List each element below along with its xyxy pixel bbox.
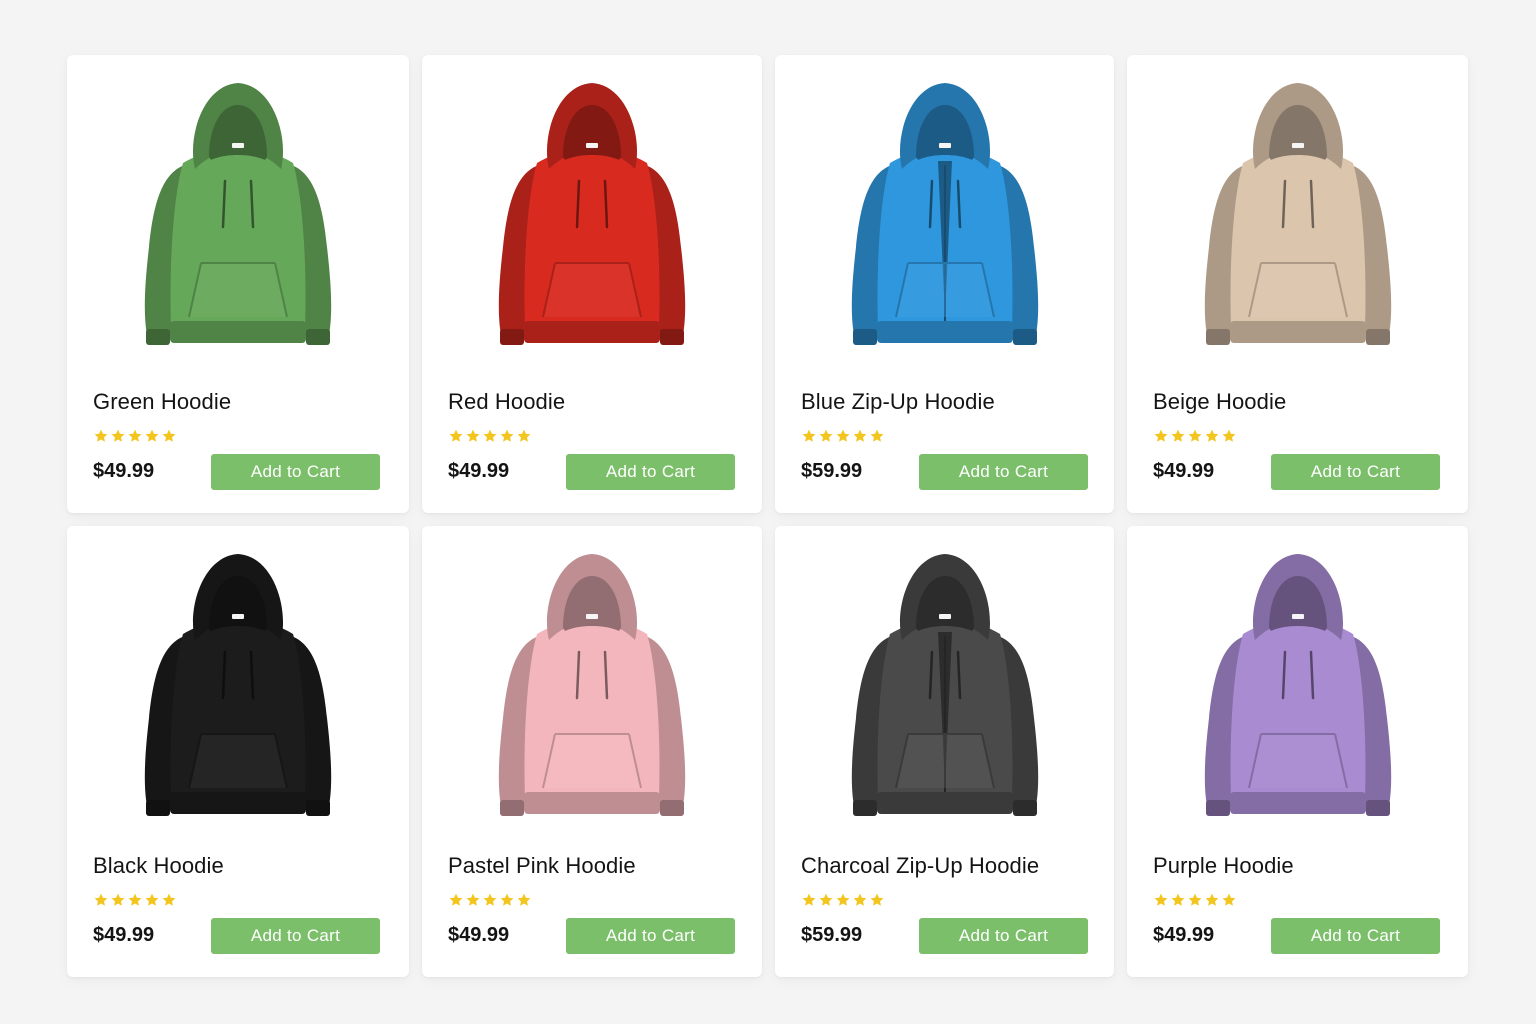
- product-image[interactable]: [775, 548, 1114, 838]
- product-price: $49.99: [448, 460, 510, 482]
- product-price: $49.99: [93, 460, 155, 482]
- star-icon: [1154, 429, 1168, 442]
- product-price: $49.99: [1153, 924, 1215, 946]
- product-price: $59.99: [801, 460, 863, 482]
- add-to-cart-button[interactable]: Add to Cart: [919, 454, 1088, 490]
- star-rating: [448, 892, 532, 908]
- product-card[interactable]: Beige Hoodie $49.99 Add to Cart: [1127, 55, 1468, 513]
- star-icon: [1154, 893, 1168, 906]
- star-icon: [1171, 429, 1185, 442]
- star-icon: [517, 429, 531, 442]
- hoodie-icon: [144, 554, 332, 816]
- star-icon: [517, 893, 531, 906]
- star-icon: [870, 893, 884, 906]
- product-image[interactable]: [1127, 77, 1468, 367]
- add-to-cart-button[interactable]: Add to Cart: [211, 454, 380, 490]
- product-image[interactable]: [1127, 548, 1468, 838]
- product-card[interactable]: Green Hoodie $49.99 Add to Cart: [67, 55, 409, 513]
- product-name[interactable]: Charcoal Zip-Up Hoodie: [801, 853, 1039, 879]
- add-to-cart-button[interactable]: Add to Cart: [1271, 918, 1440, 954]
- product-image[interactable]: [422, 77, 762, 367]
- hoodie-icon: [144, 83, 332, 345]
- add-to-cart-button[interactable]: Add to Cart: [1271, 454, 1440, 490]
- hoodie-icon: [851, 83, 1038, 345]
- product-card[interactable]: Charcoal Zip-Up Hoodie $59.99 Add to Car…: [775, 526, 1114, 977]
- star-icon: [500, 893, 514, 906]
- star-icon: [449, 429, 463, 442]
- star-icon: [94, 893, 108, 906]
- add-to-cart-button[interactable]: Add to Cart: [566, 454, 735, 490]
- star-rating: [1153, 428, 1237, 444]
- add-to-cart-button[interactable]: Add to Cart: [919, 918, 1088, 954]
- hoodie-icon: [1204, 554, 1391, 816]
- star-icon: [128, 429, 142, 442]
- star-icon: [836, 429, 850, 442]
- star-icon: [1222, 893, 1236, 906]
- star-icon: [802, 893, 816, 906]
- product-name[interactable]: Red Hoodie: [448, 389, 565, 415]
- product-image[interactable]: [422, 548, 762, 838]
- product-price: $49.99: [1153, 460, 1215, 482]
- product-card[interactable]: Blue Zip-Up Hoodie $59.99 Add to Cart: [775, 55, 1114, 513]
- star-icon: [1205, 429, 1219, 442]
- add-to-cart-button[interactable]: Add to Cart: [566, 918, 735, 954]
- product-price: $49.99: [448, 924, 510, 946]
- product-price: $49.99: [93, 924, 155, 946]
- star-icon: [819, 893, 833, 906]
- star-rating: [1153, 892, 1237, 908]
- star-icon: [145, 893, 159, 906]
- star-icon: [1188, 893, 1202, 906]
- star-rating: [801, 428, 885, 444]
- star-icon: [870, 429, 884, 442]
- star-rating: [93, 892, 177, 908]
- product-card[interactable]: Red Hoodie $49.99 Add to Cart: [422, 55, 762, 513]
- star-rating: [448, 428, 532, 444]
- add-to-cart-button[interactable]: Add to Cart: [211, 918, 380, 954]
- product-card[interactable]: Purple Hoodie $49.99 Add to Cart: [1127, 526, 1468, 977]
- product-grid: Green Hoodie $49.99 Add to Cart Red Hood…: [67, 55, 1469, 977]
- star-icon: [483, 893, 497, 906]
- star-icon: [853, 429, 867, 442]
- hoodie-icon: [498, 83, 686, 345]
- star-icon: [162, 893, 176, 906]
- star-icon: [1171, 893, 1185, 906]
- star-icon: [111, 429, 125, 442]
- product-image[interactable]: [67, 77, 409, 367]
- star-icon: [1222, 429, 1236, 442]
- star-icon: [466, 429, 480, 442]
- product-image[interactable]: [775, 77, 1114, 367]
- star-icon: [500, 429, 514, 442]
- star-icon: [94, 429, 108, 442]
- star-rating: [801, 892, 885, 908]
- star-icon: [802, 429, 816, 442]
- product-name[interactable]: Black Hoodie: [93, 853, 224, 879]
- star-icon: [1188, 429, 1202, 442]
- star-icon: [449, 893, 463, 906]
- star-icon: [162, 429, 176, 442]
- hoodie-icon: [851, 554, 1038, 816]
- star-icon: [853, 893, 867, 906]
- hoodie-icon: [1204, 83, 1391, 345]
- product-card[interactable]: Black Hoodie $49.99 Add to Cart: [67, 526, 409, 977]
- star-icon: [1205, 893, 1219, 906]
- star-icon: [836, 893, 850, 906]
- star-icon: [483, 429, 497, 442]
- product-name[interactable]: Blue Zip-Up Hoodie: [801, 389, 995, 415]
- star-icon: [819, 429, 833, 442]
- product-image[interactable]: [67, 548, 409, 838]
- product-name[interactable]: Green Hoodie: [93, 389, 231, 415]
- star-icon: [128, 893, 142, 906]
- star-icon: [145, 429, 159, 442]
- star-icon: [111, 893, 125, 906]
- product-name[interactable]: Purple Hoodie: [1153, 853, 1294, 879]
- star-rating: [93, 428, 177, 444]
- star-icon: [466, 893, 480, 906]
- product-card[interactable]: Pastel Pink Hoodie $49.99 Add to Cart: [422, 526, 762, 977]
- hoodie-icon: [498, 554, 686, 816]
- product-name[interactable]: Beige Hoodie: [1153, 389, 1286, 415]
- product-name[interactable]: Pastel Pink Hoodie: [448, 853, 636, 879]
- product-price: $59.99: [801, 924, 863, 946]
